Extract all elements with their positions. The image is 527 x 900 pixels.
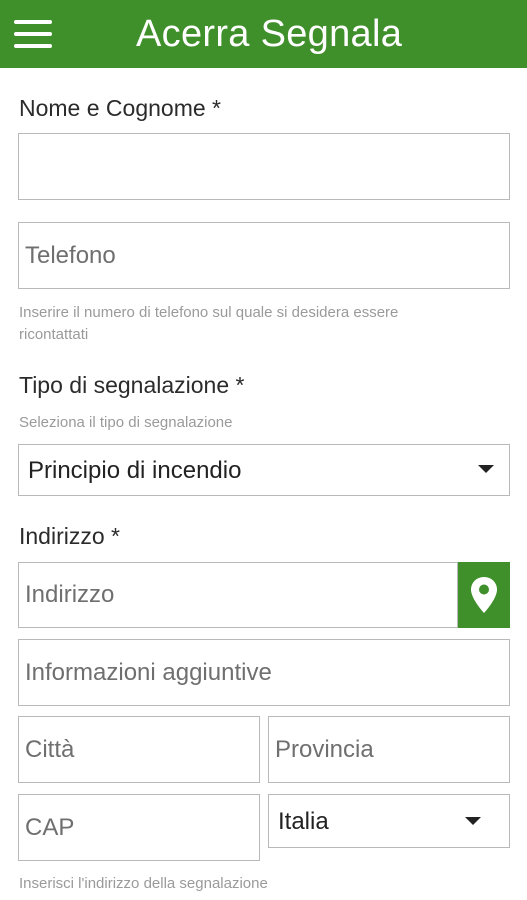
additional-info-input[interactable] [19,640,509,705]
geolocate-button[interactable] [458,562,510,628]
hamburger-menu-icon[interactable] [14,20,52,48]
report-type-value: Principio di incendio [28,457,242,484]
city-field[interactable] [18,716,260,783]
report-type-select[interactable]: Principio di incendio [18,444,510,496]
report-type-hint: Seleziona il tipo di segnalazione [19,414,233,431]
phone-hint-line1: Inserire il numero di telefono sul quale… [19,304,399,321]
name-label: Nome e Cognome * [19,95,221,121]
address-input[interactable] [19,563,457,627]
address-hint: Inserisci l'indirizzo della segnalazione [19,875,268,892]
country-value: Italia [278,808,329,835]
phone-input[interactable] [19,223,509,288]
app-title: Acerra Segnala [136,13,403,55]
address-field[interactable] [18,562,458,628]
dropdown-arrow-icon [478,465,494,473]
city-input[interactable] [19,717,259,782]
dropdown-arrow-icon [465,817,481,825]
report-type-label: Tipo di segnalazione * [19,372,245,398]
name-input[interactable] [19,134,509,199]
name-field[interactable] [18,133,510,200]
cap-input[interactable] [19,795,259,860]
map-marker-icon [471,577,497,613]
additional-info-field[interactable] [18,639,510,706]
province-field[interactable] [268,716,510,783]
province-input[interactable] [269,717,509,782]
cap-field[interactable] [18,794,260,861]
address-label: Indirizzo * [19,523,120,549]
phone-field[interactable] [18,222,510,289]
phone-hint-line2: ricontattati [19,326,89,343]
app-bar: Acerra Segnala [0,0,527,68]
country-select[interactable]: Italia [268,794,510,848]
